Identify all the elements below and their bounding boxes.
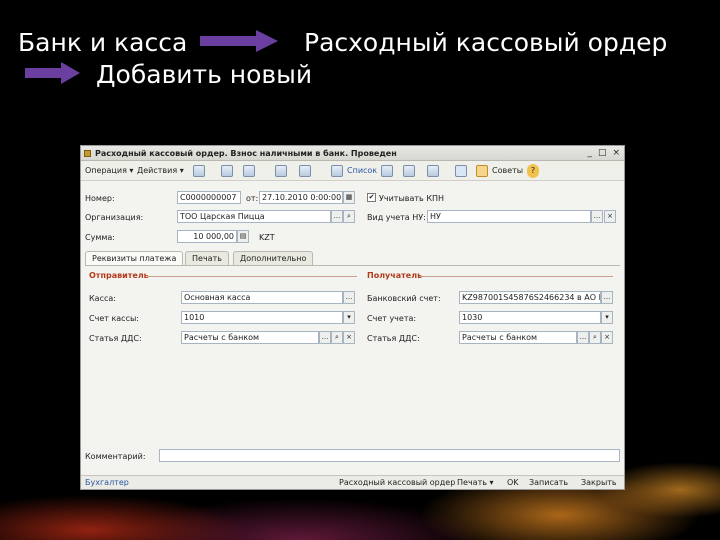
bank-account-label: Банковский счет: (367, 294, 441, 303)
comment-field[interactable] (159, 449, 620, 462)
document-icon (84, 150, 91, 157)
refresh-icon[interactable] (221, 165, 233, 177)
select-button[interactable]: ... (601, 291, 613, 304)
divider (147, 276, 357, 277)
report-icon[interactable] (427, 165, 439, 177)
organization-label: Организация: (85, 213, 144, 222)
document-window: Расходный кассовый ордер. Взнос наличным… (80, 145, 625, 490)
number-label: Номер: (85, 194, 115, 203)
nu-field[interactable]: НУ (427, 210, 591, 223)
clear-icon[interactable]: × (604, 210, 616, 223)
tab-payment-details[interactable]: Реквизиты платежа (85, 251, 184, 266)
kpn-checkbox[interactable]: ✔ (367, 193, 376, 202)
receiver-account-field[interactable]: 1030 (459, 311, 601, 324)
chevron-down-icon[interactable]: ▾ (601, 311, 613, 324)
advice-icon[interactable] (476, 165, 488, 177)
search-icon[interactable]: ⌕ (589, 331, 601, 344)
sender-dds-label: Статья ДДС: (89, 334, 142, 343)
currency-label: KZT (259, 233, 275, 242)
actions-menu[interactable]: Действия ▾ (137, 164, 184, 178)
list-icon[interactable] (331, 165, 343, 177)
save-button[interactable]: Записать (529, 478, 568, 487)
select-button[interactable]: ... (331, 210, 343, 223)
slide-title-left: Банк и касса (18, 28, 188, 57)
search-icon[interactable]: ⌕ (331, 331, 343, 344)
calculator-button[interactable]: ▤ (237, 230, 249, 243)
divider (419, 276, 613, 277)
print-doc-button[interactable]: Расходный кассовый ордер (339, 478, 455, 487)
filter-icon[interactable] (455, 165, 467, 177)
slide-subtitle: Добавить новый (96, 60, 313, 89)
receiver-account-label: Счет учета: (367, 314, 417, 323)
cash-label: Касса: (89, 294, 116, 303)
nu-label: Вид учета НУ: (367, 213, 426, 222)
sum-field[interactable]: 10 000,00 (177, 230, 237, 243)
sum-label: Сумма: (85, 233, 115, 242)
cash-account-label: Счет кассы: (89, 314, 139, 323)
select-button[interactable]: ... (319, 331, 331, 344)
bank-account-field[interactable]: KZ987001S45876S2466234 в АО Б (459, 291, 601, 304)
list-button[interactable]: Список (347, 164, 377, 178)
advice-button[interactable]: Советы (492, 164, 523, 178)
maximize-button[interactable]: □ (598, 148, 607, 158)
tab-panel: Отправитель Получатель Касса: Основная к… (85, 265, 620, 435)
arrow-right-icon (25, 62, 80, 84)
minimize-button[interactable]: _ (587, 148, 592, 158)
window-title: Расходный кассовый ордер. Взнос наличным… (95, 149, 397, 158)
comment-label: Комментарий: (85, 452, 146, 461)
user-link[interactable]: Бухгалтер (85, 478, 129, 487)
date-field[interactable]: 27.10.2010 0:00:00 (259, 191, 343, 204)
sender-section-title: Отправитель (89, 271, 149, 280)
dropdown-icon[interactable] (299, 165, 311, 177)
calendar-button[interactable]: ▦ (343, 191, 355, 204)
number-field[interactable]: С0000000007 (177, 191, 241, 204)
receiver-dds-field[interactable]: Расчеты с банком (459, 331, 577, 344)
operation-menu[interactable]: Операция ▾ (85, 164, 133, 178)
search-icon[interactable]: ⌕ (343, 210, 355, 223)
close-window-button[interactable]: Закрыть (581, 478, 617, 487)
post-icon[interactable] (193, 165, 205, 177)
organization-field[interactable]: ТОО Царская Пицца (177, 210, 331, 223)
ok-button[interactable]: OK (507, 478, 519, 487)
clear-icon[interactable]: × (601, 331, 613, 344)
select-button[interactable]: ... (577, 331, 589, 344)
help-button[interactable]: ? (527, 164, 539, 178)
tab-print[interactable]: Печать (185, 251, 229, 265)
kpn-label: Учитывать КПН (379, 194, 445, 203)
status-bar: Бухгалтер Расходный кассовый ордер Печат… (81, 475, 624, 489)
table-icon[interactable] (403, 165, 415, 177)
structure-icon[interactable] (275, 165, 287, 177)
print-menu-button[interactable]: Печать ▾ (457, 478, 494, 487)
cash-account-field[interactable]: 1010 (181, 311, 343, 324)
slide-title-right: Расходный кассовый ордер (304, 28, 668, 57)
date-from-label: от: (246, 194, 259, 203)
window-titlebar: Расходный кассовый ордер. Взнос наличным… (81, 146, 624, 161)
select-button[interactable]: ... (343, 291, 355, 304)
sender-dds-field[interactable]: Расчеты с банком (181, 331, 319, 344)
select-button[interactable]: ... (591, 210, 603, 223)
receiver-dds-label: Статья ДДС: (367, 334, 420, 343)
close-button[interactable]: × (612, 148, 620, 158)
arrow-right-icon (200, 30, 278, 52)
chevron-down-icon[interactable]: ▾ (343, 311, 355, 324)
clear-icon[interactable]: × (343, 331, 355, 344)
print-icon[interactable] (381, 165, 393, 177)
cash-field[interactable]: Основная касса (181, 291, 343, 304)
copy-icon[interactable] (243, 165, 255, 177)
tab-additional[interactable]: Дополнительно (233, 251, 314, 265)
receiver-section-title: Получатель (367, 271, 423, 280)
toolbar: Операция ▾ Действия ▾ Список Советы ? (81, 161, 624, 181)
